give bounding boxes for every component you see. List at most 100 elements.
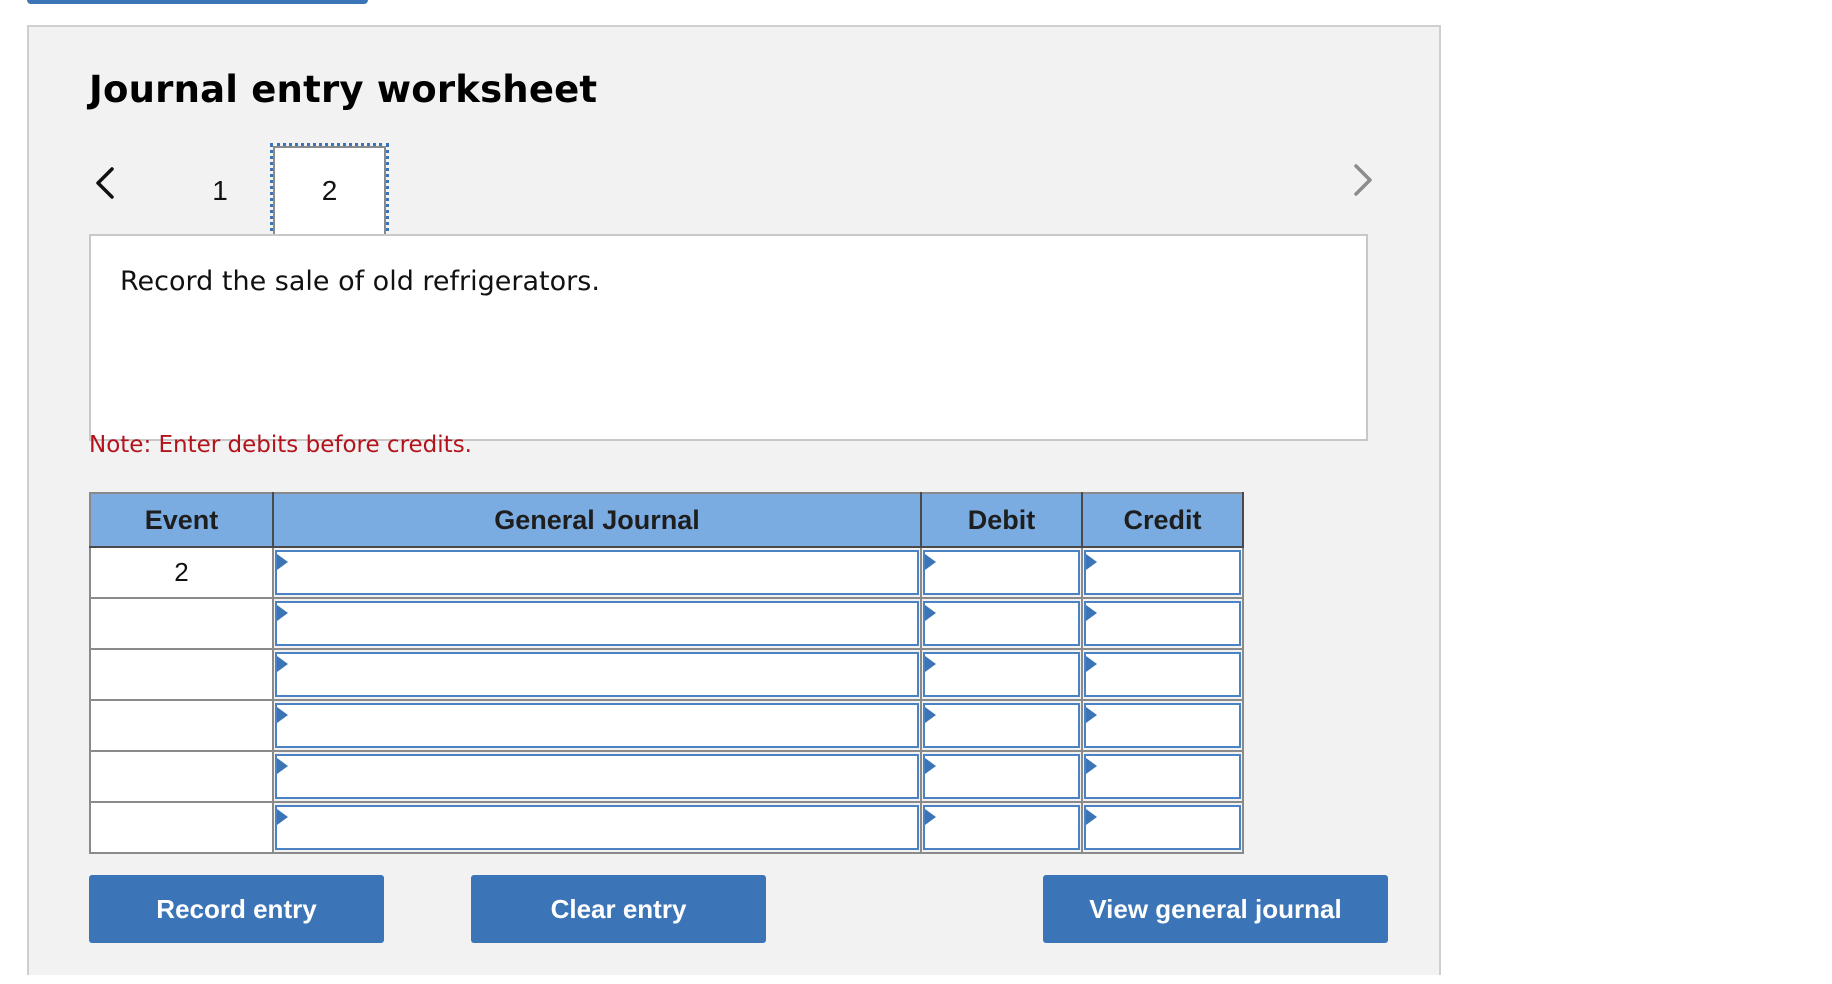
- debit-input[interactable]: [925, 552, 1078, 593]
- cell-marker-icon: [1086, 605, 1097, 621]
- debit-input-wrapper: [923, 550, 1080, 595]
- tab-1[interactable]: 1: [180, 146, 260, 236]
- debit-cell: [920, 750, 1083, 803]
- event-cell: [89, 699, 274, 752]
- table-row: [89, 648, 1244, 701]
- table-row: [89, 597, 1244, 650]
- cell-marker-icon: [925, 809, 936, 825]
- tab-2[interactable]: 2: [270, 143, 389, 239]
- account-cell: [272, 750, 922, 803]
- debit-input-wrapper: [923, 703, 1080, 748]
- next-button[interactable]: [1348, 162, 1376, 198]
- credit-input[interactable]: [1086, 756, 1239, 797]
- credit-cell: [1081, 699, 1244, 752]
- table-row: [89, 801, 1244, 854]
- debit-cell: [920, 597, 1083, 650]
- general-journal-input-wrapper: [275, 550, 919, 595]
- credit-input-wrapper: [1084, 601, 1241, 646]
- account-cell: [272, 597, 922, 650]
- table-header-row: Event General Journal Debit Credit: [89, 492, 1244, 548]
- credit-input[interactable]: [1086, 654, 1239, 695]
- cell-marker-icon: [925, 758, 936, 774]
- account-cell: [272, 699, 922, 752]
- general-journal-input[interactable]: [277, 603, 917, 644]
- account-cell: [272, 648, 922, 701]
- debit-input-wrapper: [923, 754, 1080, 799]
- table-row: [89, 750, 1244, 803]
- debit-input[interactable]: [925, 756, 1078, 797]
- cell-marker-icon: [925, 554, 936, 570]
- credit-cell: [1081, 648, 1244, 701]
- cell-marker-icon: [277, 554, 288, 570]
- credit-input-wrapper: [1084, 550, 1241, 595]
- cell-marker-icon: [1086, 656, 1097, 672]
- event-cell: [89, 750, 274, 803]
- account-cell: [272, 801, 922, 854]
- top-accent-bar: [27, 0, 368, 4]
- clear-entry-button[interactable]: Clear entry: [471, 875, 766, 943]
- credit-input-wrapper: [1084, 805, 1241, 850]
- table-row: [89, 699, 1244, 752]
- cell-marker-icon: [925, 656, 936, 672]
- debit-input[interactable]: [925, 705, 1078, 746]
- general-journal-input-wrapper: [275, 754, 919, 799]
- header-event: Event: [89, 492, 274, 548]
- credit-input[interactable]: [1086, 552, 1239, 593]
- view-general-journal-button[interactable]: View general journal: [1043, 875, 1388, 943]
- credit-input[interactable]: [1086, 807, 1239, 848]
- credit-cell: [1081, 750, 1244, 803]
- cell-marker-icon: [1086, 758, 1097, 774]
- debit-input[interactable]: [925, 654, 1078, 695]
- cell-marker-icon: [277, 656, 288, 672]
- header-general-journal: General Journal: [272, 492, 922, 548]
- cell-marker-icon: [1086, 809, 1097, 825]
- event-cell: [89, 597, 274, 650]
- event-cell: [89, 801, 274, 854]
- debit-input-wrapper: [923, 652, 1080, 697]
- general-journal-input[interactable]: [277, 756, 917, 797]
- general-journal-input-wrapper: [275, 601, 919, 646]
- general-journal-input[interactable]: [277, 705, 917, 746]
- credit-cell: [1081, 546, 1244, 599]
- note-text: Note: Enter debits before credits.: [89, 432, 472, 458]
- cell-marker-icon: [277, 809, 288, 825]
- event-cell: [89, 648, 274, 701]
- general-journal-input[interactable]: [277, 654, 917, 695]
- general-journal-input-wrapper: [275, 703, 919, 748]
- chevron-right-icon: [1354, 164, 1372, 196]
- credit-input-wrapper: [1084, 703, 1241, 748]
- debit-input[interactable]: [925, 807, 1078, 848]
- general-journal-input-wrapper: [275, 652, 919, 697]
- previous-button[interactable]: [92, 165, 120, 201]
- debit-input[interactable]: [925, 603, 1078, 644]
- cell-marker-icon: [277, 758, 288, 774]
- cell-marker-icon: [277, 707, 288, 723]
- chevron-left-icon: [96, 167, 114, 199]
- general-journal-input-wrapper: [275, 805, 919, 850]
- event-cell: 2: [89, 546, 274, 599]
- prompt-box: Record the sale of old refrigerators.: [89, 234, 1368, 441]
- table-row: 2: [89, 546, 1244, 599]
- debit-cell: [920, 699, 1083, 752]
- header-credit: Credit: [1081, 492, 1244, 548]
- debit-input-wrapper: [923, 805, 1080, 850]
- cell-marker-icon: [277, 605, 288, 621]
- credit-input-wrapper: [1084, 652, 1241, 697]
- cell-marker-icon: [925, 605, 936, 621]
- debit-cell: [920, 648, 1083, 701]
- account-cell: [272, 546, 922, 599]
- credit-cell: [1081, 801, 1244, 854]
- cell-marker-icon: [925, 707, 936, 723]
- general-journal-input[interactable]: [277, 552, 917, 593]
- credit-input[interactable]: [1086, 603, 1239, 644]
- prompt-text: Record the sale of old refrigerators.: [120, 266, 600, 297]
- debit-cell: [920, 546, 1083, 599]
- debit-input-wrapper: [923, 601, 1080, 646]
- page-title: Journal entry worksheet: [89, 68, 598, 111]
- record-entry-button[interactable]: Record entry: [89, 875, 384, 943]
- credit-input[interactable]: [1086, 705, 1239, 746]
- general-journal-input[interactable]: [277, 807, 917, 848]
- journal-table: Event General Journal Debit Credit 2: [89, 492, 1244, 854]
- debit-cell: [920, 801, 1083, 854]
- cell-marker-icon: [1086, 554, 1097, 570]
